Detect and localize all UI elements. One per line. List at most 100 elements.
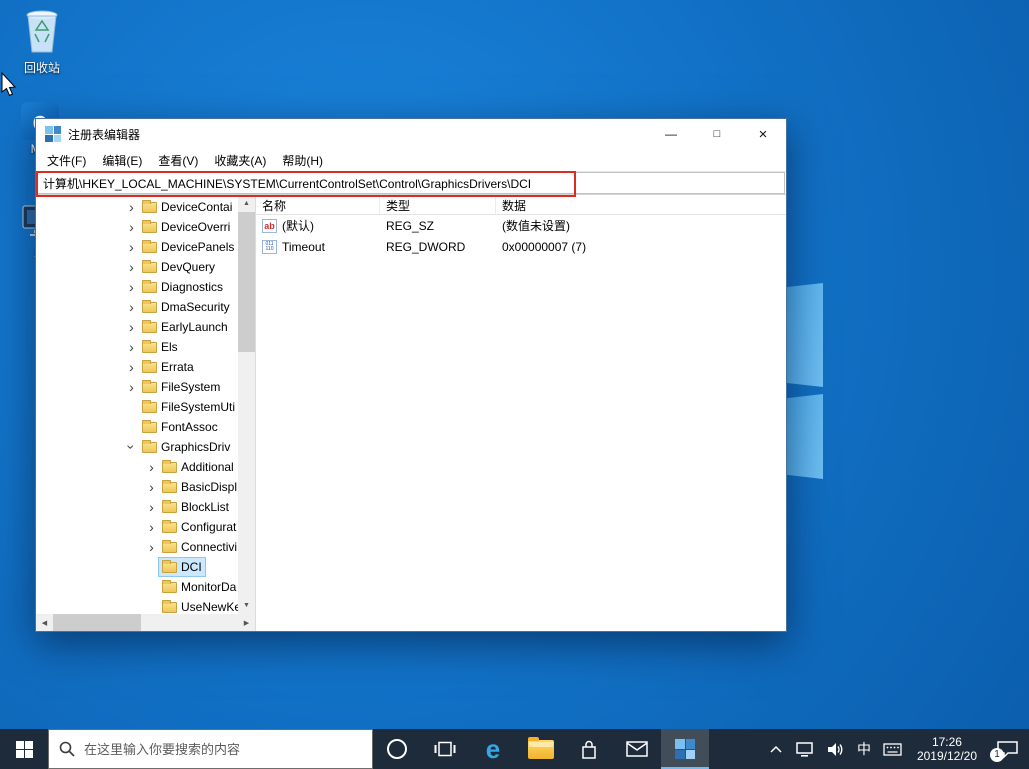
value-name: (默认) [282,219,314,233]
value-name: Timeout [282,239,325,254]
menu-edit[interactable]: 编辑(E) [94,152,150,169]
regedit-taskbar-icon [675,739,695,759]
scroll-down-icon[interactable]: ▼ [238,597,255,614]
tree-item[interactable]: FileSystemUti [36,397,238,417]
tree-item-label: EarlyLaunch [161,320,228,334]
desktop-icon-recycle-bin[interactable]: 回收站 [10,6,74,75]
tree-item[interactable]: › Diagnostics [36,277,238,297]
tray-volume[interactable] [820,729,851,769]
column-header-type[interactable]: 类型 [380,195,496,214]
expander-icon[interactable]: › [124,440,140,455]
tree-item-label: FileSystemUti [161,400,236,414]
tree-item[interactable]: › Additional [36,457,238,477]
tree-item[interactable]: › BasicDispl [36,477,238,497]
tree-item[interactable]: › EarlyLaunch [36,317,238,337]
tray-show-hidden-icons[interactable] [763,729,789,769]
address-input[interactable]: 计算机\HKEY_LOCAL_MACHINE\SYSTEM\CurrentCon… [37,172,785,194]
expander-icon[interactable]: › [144,540,159,554]
expander-icon[interactable]: › [144,460,159,474]
taskbar-mail[interactable] [613,729,661,769]
tree-item[interactable]: › DeviceContai [36,197,238,217]
tree-item[interactable]: › BlockList [36,497,238,517]
expander-icon[interactable]: › [124,200,139,214]
scroll-left-icon[interactable]: ◀ [36,614,53,631]
tree-item[interactable]: DCI [36,557,238,577]
tray-clock[interactable]: 17:26 2019/12/20 [908,729,986,769]
tree-pane: › DeviceContai › DeviceOverri › DevicePa… [36,195,256,631]
mouse-cursor [1,72,17,97]
menu-help[interactable]: 帮助(H) [274,152,331,169]
tree-item[interactable]: MonitorDa [36,577,238,597]
minimize-button[interactable]: — [648,119,694,149]
taskbar-file-explorer[interactable] [517,729,565,769]
expander-icon[interactable]: › [144,500,159,514]
tree-item[interactable]: › Errata [36,357,238,377]
expander-icon[interactable]: › [124,320,139,334]
tree-item[interactable]: › DevQuery [36,257,238,277]
start-button[interactable] [0,729,48,769]
expander-icon[interactable]: › [144,520,159,534]
taskbar-regedit[interactable] [661,729,709,769]
desktop-icon-label: 回收站 [23,61,60,75]
value-type: REG_SZ [386,218,435,233]
folder-icon [142,399,157,413]
expander-icon[interactable]: › [124,240,139,254]
registry-value-row[interactable]: ab (默认) REG_SZ (数值未设置) [256,215,786,236]
tree-item[interactable]: › GraphicsDriv [36,437,238,457]
expander-icon[interactable]: › [124,340,139,354]
tray-network[interactable] [789,729,820,769]
expander-icon[interactable]: › [124,380,139,394]
taskbar-store[interactable] [565,729,613,769]
tree-item[interactable]: › DmaSecurity [36,297,238,317]
column-header-data[interactable]: 数据 [496,195,786,214]
tree-horizontal-scrollbar[interactable]: ◀ ▶ [36,614,255,631]
expander-icon[interactable]: › [124,280,139,294]
titlebar[interactable]: 注册表编辑器 — □ × [36,119,786,149]
tree-item[interactable]: FontAssoc [36,417,238,437]
scroll-right-icon[interactable]: ▶ [238,614,255,631]
scroll-up-icon[interactable]: ▲ [238,195,255,212]
maximize-button[interactable]: □ [694,119,740,149]
expander-icon[interactable]: › [124,220,139,234]
vertical-scroll-thumb[interactable] [238,212,255,352]
column-header-name[interactable]: 名称 [256,195,380,214]
expander-icon[interactable]: › [124,300,139,314]
tree-item-label: MonitorDa [181,580,237,594]
folder-icon [142,319,157,333]
taskbar-search[interactable] [48,729,373,769]
tree-item[interactable]: › Configurat [36,517,238,537]
tree-item-label: DeviceContai [161,200,233,214]
close-button[interactable]: × [740,119,786,149]
folder-icon [162,559,177,573]
menu-file[interactable]: 文件(F) [39,152,94,169]
tree-vertical-scrollbar[interactable]: ▲ ▼ [238,195,255,614]
folder-icon [142,199,157,213]
tray-touch-keyboard[interactable] [877,729,908,769]
tree-item[interactable]: › Els [36,337,238,357]
taskbar-task-view[interactable] [421,729,469,769]
tree-item[interactable]: › FileSystem [36,377,238,397]
folder-icon [162,539,177,553]
tray-ime-indicator[interactable]: 中 [851,729,877,769]
tree-item-label: Connectivi [181,540,238,554]
tray-action-center[interactable]: 1 [986,729,1029,769]
file-explorer-icon [528,736,554,759]
tree-item-label: DevicePanels [161,240,235,254]
taskbar: e [0,729,1029,769]
taskbar-cortana[interactable] [373,729,421,769]
search-input[interactable] [84,741,362,757]
registry-value-row[interactable]: 011 110 Timeout REG_DWORD 0x00000007 (7) [256,236,786,257]
expander-icon[interactable]: › [124,360,139,374]
tree-item[interactable]: › Connectivi [36,537,238,557]
expander-icon[interactable]: › [124,260,139,274]
tree-item[interactable]: UseNewKe [36,597,238,614]
tree-item[interactable]: › DeviceOverri [36,217,238,237]
tree-item[interactable]: › DevicePanels [36,237,238,257]
taskbar-edge[interactable]: e [469,729,517,769]
expander-icon[interactable]: › [144,480,159,494]
menu-favorites[interactable]: 收藏夹(A) [206,152,274,169]
tree-item-label: UseNewKe [181,600,238,614]
menu-view[interactable]: 查看(V) [150,152,206,169]
network-icon [796,742,813,757]
horizontal-scroll-thumb[interactable] [53,614,141,631]
